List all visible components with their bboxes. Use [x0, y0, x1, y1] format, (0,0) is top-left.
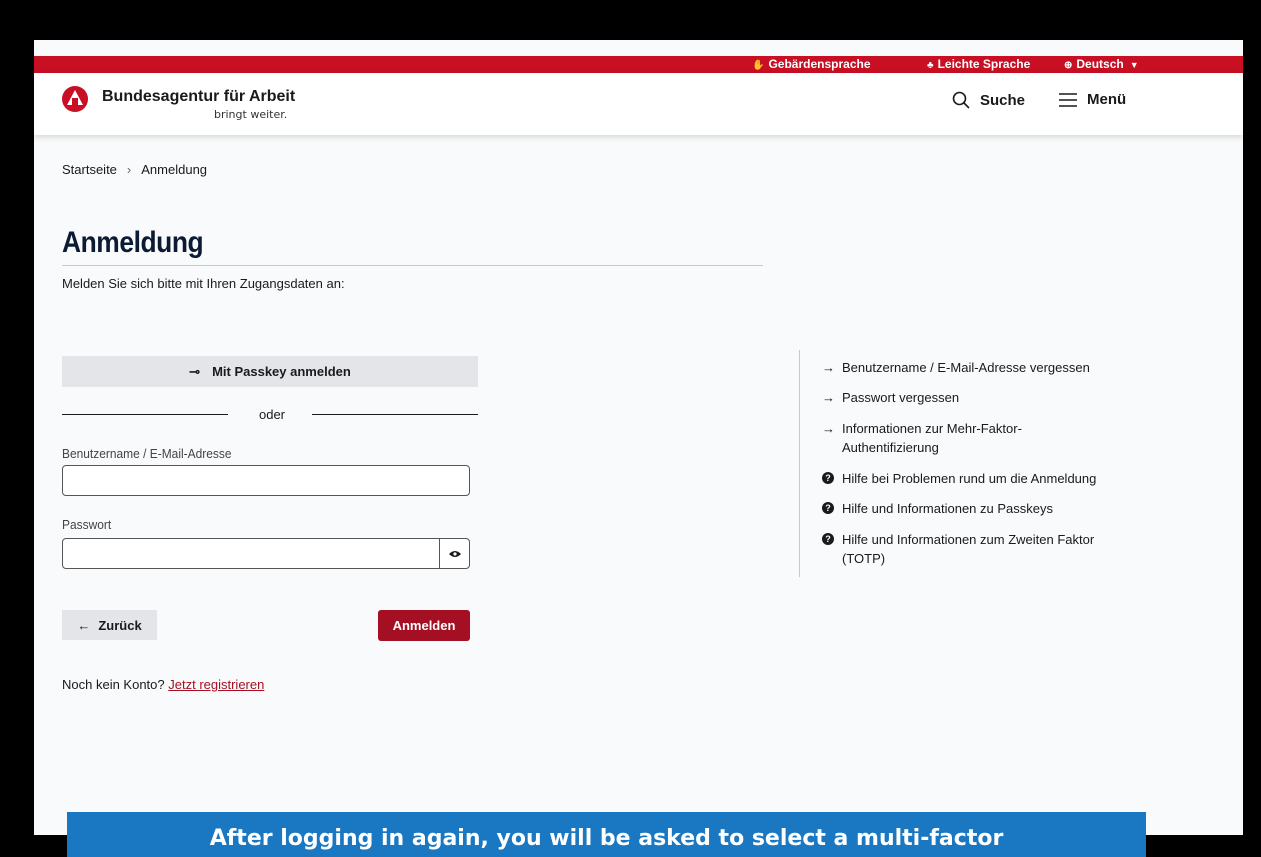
breadcrumb-current: Anmeldung	[141, 162, 208, 177]
divider-line-left	[62, 414, 228, 415]
passkey-login-button[interactable]: ⊸ Mit Passkey anmelden	[62, 356, 478, 387]
link-help-passkeys[interactable]: ? Hilfe und Informationen zu Passkeys	[822, 499, 1053, 518]
sign-language-link[interactable]: ✋ Gebärdensprache	[752, 58, 871, 72]
divider-line-right	[312, 414, 478, 415]
link-help-totp[interactable]: ? Hilfe und Informationen zum Zweiten Fak…	[822, 530, 1140, 568]
hand-icon: ✋	[752, 60, 765, 71]
caption-banner: After logging in again, you will be aske…	[67, 812, 1146, 857]
link-forgot-username[interactable]: → Benutzername / E-Mail-Adresse vergessen	[822, 358, 1090, 377]
help-links-panel: → Benutzername / E-Mail-Adresse vergessen…	[799, 350, 1139, 577]
ba-logo-icon[interactable]	[62, 86, 88, 112]
show-password-button[interactable]	[439, 538, 470, 569]
brand-name[interactable]: Bundesagentur für Arbeit	[102, 88, 295, 106]
arrow-right-icon: →	[822, 390, 835, 405]
password-label: Passwort	[62, 517, 112, 532]
utility-bar: ✋ Gebärdensprache ♣ Leichte Sprache ⊕ Deuts…	[34, 56, 1243, 73]
browser-viewport: ✋ Gebärdensprache ♣ Leichte Sprache ⊕ Deuts…	[34, 40, 1243, 835]
hamburger-icon	[1059, 92, 1077, 107]
brand-tagline: bringt weiter.	[214, 108, 288, 121]
password-field	[62, 538, 470, 569]
breadcrumb: Startseite › Anmeldung	[62, 162, 207, 177]
page-title: Anmeldung	[62, 226, 204, 259]
link-mfa-info[interactable]: → Informationen zur Mehr-Faktor-Authentif…	[822, 419, 1062, 457]
question-circle-icon: ?	[822, 502, 834, 514]
back-button[interactable]: ← Zurück	[62, 610, 157, 640]
caret-down-icon: ▼	[1129, 60, 1139, 70]
divider-text: oder	[258, 407, 286, 422]
username-input[interactable]	[62, 465, 470, 496]
search-button[interactable]: Suche	[952, 91, 1025, 109]
key-icon: ⊸	[189, 363, 201, 379]
language-select[interactable]: ⊕ Deutsch ▼	[1064, 58, 1139, 72]
site-header: Bundesagentur für Arbeit bringt weiter. …	[34, 73, 1243, 135]
password-input[interactable]	[62, 538, 470, 569]
register-prompt: Noch kein Konto? Jetzt registrieren	[62, 677, 265, 692]
arrow-right-icon: →	[822, 360, 835, 375]
question-circle-icon: ?	[822, 533, 834, 545]
question-circle-icon: ?	[822, 472, 834, 484]
easy-language-link[interactable]: ♣ Leichte Sprache	[927, 58, 1030, 72]
intro-text: Melden Sie sich bitte mit Ihren Zugangsd…	[62, 276, 345, 291]
chevron-right-icon: ›	[126, 162, 132, 177]
login-button[interactable]: Anmelden	[378, 610, 470, 641]
search-icon	[952, 91, 970, 109]
easy-language-icon: ♣	[927, 60, 934, 71]
link-forgot-password[interactable]: → Passwort vergessen	[822, 388, 959, 407]
globe-icon: ⊕	[1064, 60, 1073, 71]
breadcrumb-home[interactable]: Startseite	[62, 162, 117, 177]
arrow-left-icon: ←	[77, 617, 91, 633]
register-link[interactable]: Jetzt registrieren	[168, 677, 264, 692]
title-divider	[62, 265, 763, 266]
eye-icon	[449, 550, 461, 557]
link-help-login[interactable]: ? Hilfe bei Problemen rund um die Anmeldu…	[822, 469, 1096, 488]
username-label: Benutzername / E-Mail-Adresse	[62, 446, 232, 461]
arrow-right-icon: →	[822, 421, 835, 436]
menu-button[interactable]: Menü	[1059, 91, 1126, 108]
